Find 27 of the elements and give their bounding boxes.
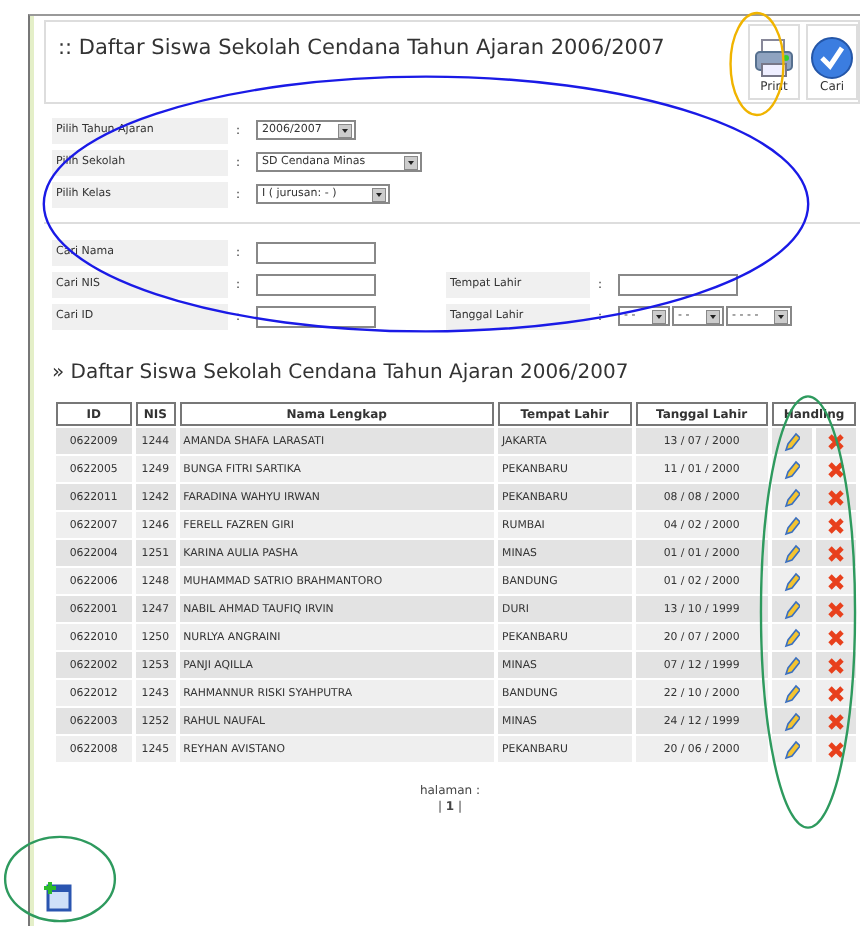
list-title: » Daftar Siswa Sekolah Cendana Tahun Ajaran 2006/2007 (52, 362, 631, 384)
delete-icon[interactable] (828, 627, 844, 647)
delete-icon[interactable] (828, 739, 844, 759)
delete-icon[interactable] (828, 571, 844, 591)
dropdown-arrow-icon[interactable] (404, 155, 418, 169)
input-field[interactable] (256, 241, 376, 263)
delete-icon[interactable] (828, 711, 844, 731)
delete-icon[interactable] (828, 431, 844, 451)
input-field[interactable] (256, 273, 376, 295)
input-field[interactable] (256, 305, 376, 327)
dropdown-arrow-icon[interactable] (652, 309, 666, 323)
dropdown-arrow-icon[interactable] (706, 309, 720, 323)
add-window-icon[interactable] (44, 880, 72, 912)
input-field[interactable] (618, 273, 738, 295)
checkmark-icon[interactable] (810, 36, 854, 80)
delete-icon[interactable] (828, 683, 844, 703)
dropdown-arrow-icon[interactable] (372, 187, 386, 201)
dropdown-arrow-icon[interactable] (774, 309, 788, 323)
delete-icon[interactable] (828, 459, 844, 479)
delete-icon[interactable] (828, 543, 844, 563)
printer-icon[interactable] (752, 36, 796, 80)
dropdown-arrow-icon[interactable] (338, 123, 352, 137)
delete-icon[interactable] (828, 487, 844, 507)
delete-icon[interactable] (828, 515, 844, 535)
delete-icon[interactable] (828, 655, 844, 675)
delete-icon[interactable] (828, 599, 844, 619)
page-title: :: Daftar Siswa Sekolah Cendana Tahun Ajaran 2006/2007 (58, 36, 665, 64)
